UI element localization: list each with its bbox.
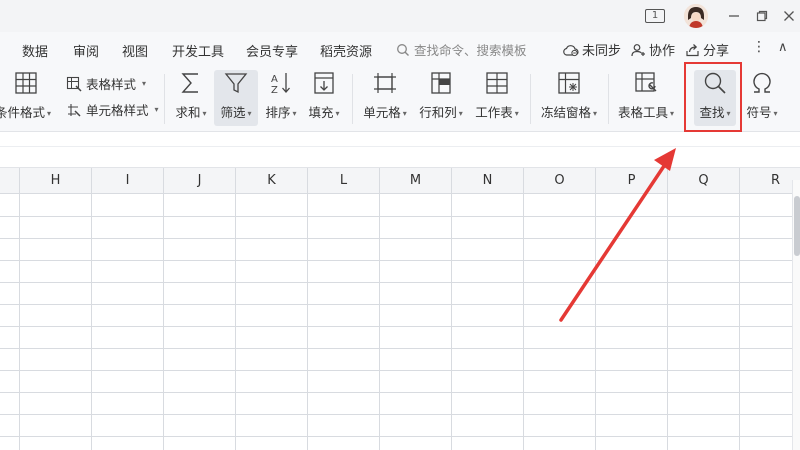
tab-docer[interactable]: 稻壳资源 xyxy=(320,41,372,60)
share-label: 分享 xyxy=(703,44,730,59)
freeze-panes-icon xyxy=(558,72,580,94)
column-header-m[interactable]: M xyxy=(380,168,452,194)
table-tools-button[interactable]: 表格工具 ▾ xyxy=(614,70,678,121)
command-search-placeholder: 查找命令、搜索模板 xyxy=(414,43,527,58)
avatar[interactable] xyxy=(684,4,708,28)
scrollbar-thumb[interactable] xyxy=(794,196,800,256)
filter-label: 筛选 xyxy=(220,105,246,120)
column-header-h[interactable]: H xyxy=(20,168,92,194)
table-style-icon xyxy=(66,76,82,92)
sync-button[interactable]: 未同步 xyxy=(562,40,621,59)
tab-developer[interactable]: 开发工具 xyxy=(172,41,224,60)
title-bar: 1 xyxy=(0,0,800,32)
collab-label: 协作 xyxy=(649,44,676,59)
column-header-o[interactable]: O xyxy=(524,168,596,194)
command-search[interactable]: 查找命令、搜索模板 xyxy=(396,40,527,59)
ribbon-separator xyxy=(530,74,531,124)
share-button[interactable]: 分享 xyxy=(685,40,729,59)
fill-down-icon xyxy=(314,72,334,94)
sigma-icon xyxy=(181,73,198,93)
cell-style-button[interactable]: 单元格样式 ▾ xyxy=(66,100,159,119)
collapse-ribbon-icon[interactable]: ∧ xyxy=(778,40,788,55)
cell-button[interactable]: 单元格 ▾ xyxy=(360,70,410,121)
sum-button[interactable]: 求和 ▾ xyxy=(172,70,210,121)
more-options-icon[interactable]: ⋮ xyxy=(752,39,766,55)
cloud-sync-icon xyxy=(563,44,579,56)
ribbon-separator xyxy=(164,74,165,124)
table-style-button[interactable]: 表格样式 ▾ xyxy=(66,74,146,93)
freeze-panes-button[interactable]: 冻结窗格 ▾ xyxy=(538,70,600,121)
conditional-format-button[interactable]: 条件格式 ▾ xyxy=(0,70,52,121)
column-header-l[interactable]: L xyxy=(308,168,380,194)
close-icon[interactable] xyxy=(780,6,798,26)
rows-cols-button[interactable]: 行和列 ▾ xyxy=(416,70,466,121)
collaborate-icon xyxy=(631,43,645,56)
avatar-icon xyxy=(684,4,708,28)
find-highlight-box xyxy=(684,62,742,132)
fill-label: 填充 xyxy=(308,105,334,120)
menu-bar: 数据 审阅 视图 开发工具 会员专享 稻壳资源 查找命令、搜索模板 未同步 协作… xyxy=(0,32,800,66)
fill-button[interactable]: 填充 ▾ xyxy=(304,70,344,121)
vertical-scrollbar[interactable] xyxy=(792,180,800,450)
window-count-badge[interactable]: 1 xyxy=(644,6,666,26)
cell-style-label: 单元格样式 xyxy=(86,103,149,118)
sum-label: 求和 xyxy=(175,105,201,120)
formula-bar[interactable] xyxy=(0,132,800,168)
svg-text:A: A xyxy=(271,74,278,85)
column-header-k[interactable]: K xyxy=(236,168,308,194)
sort-icon: AZ xyxy=(271,73,290,96)
share-icon xyxy=(686,43,699,56)
maximize-icon[interactable] xyxy=(752,6,772,26)
filter-button[interactable]: 筛选 ▾ xyxy=(214,70,258,126)
sort-button[interactable]: AZ 排序 ▾ xyxy=(262,70,300,121)
cell-icon xyxy=(374,73,396,93)
freeze-panes-label: 冻结窗格 xyxy=(540,105,591,120)
column-header-p[interactable]: P xyxy=(596,168,668,194)
tab-data[interactable]: 数据 xyxy=(22,41,48,60)
tab-review[interactable]: 审阅 xyxy=(73,41,99,60)
column-header-q[interactable]: Q xyxy=(668,168,740,194)
sync-label: 未同步 xyxy=(582,44,622,59)
column-header-r[interactable]: R xyxy=(740,168,800,194)
symbol-label: 符号 xyxy=(746,105,772,120)
conditional-format-label: 条件格式 xyxy=(0,105,45,120)
column-header-n[interactable]: N xyxy=(452,168,524,194)
window-count-text: 1 xyxy=(645,9,665,23)
column-header-edge xyxy=(0,168,20,194)
conditional-format-icon xyxy=(15,72,37,94)
svg-text:Z: Z xyxy=(271,85,278,96)
worksheet-button[interactable]: 工作表 ▾ xyxy=(472,70,522,121)
grid-lines xyxy=(0,194,792,450)
symbol-button[interactable]: 符号 ▾ xyxy=(742,70,782,121)
minimize-icon[interactable] xyxy=(724,6,744,26)
rows-cols-label: 行和列 xyxy=(419,105,457,120)
spreadsheet-grid[interactable]: HIJKLMNOPQR xyxy=(0,168,800,450)
omega-icon xyxy=(753,72,771,93)
ribbon-separator xyxy=(608,74,609,124)
table-tools-icon xyxy=(635,72,657,92)
search-icon xyxy=(397,43,409,56)
filter-icon xyxy=(224,73,248,94)
column-header-i[interactable]: I xyxy=(92,168,164,194)
ribbon-separator xyxy=(352,74,353,124)
table-style-label: 表格样式 xyxy=(86,77,137,92)
rows-cols-icon xyxy=(431,72,451,94)
ribbon-toolbar: 条件格式 ▾ 表格样式 ▾ 单元格样式 ▾ 求和 ▾ 筛选 ▾ AZ 排序 ▾ 填充 ▾ 单元… xyxy=(0,66,800,132)
worksheet-icon xyxy=(486,72,508,94)
cell-label: 单元格 xyxy=(363,105,401,120)
column-header-row: HIJKLMNOPQR xyxy=(0,168,800,194)
column-header-j[interactable]: J xyxy=(164,168,236,194)
collab-button[interactable]: 协作 xyxy=(631,40,675,59)
cell-style-icon xyxy=(68,103,81,117)
worksheet-label: 工作表 xyxy=(475,105,513,120)
tab-member[interactable]: 会员专享 xyxy=(246,41,298,60)
sort-label: 排序 xyxy=(265,105,291,120)
table-tools-label: 表格工具 xyxy=(617,105,668,120)
tab-view[interactable]: 视图 xyxy=(122,41,148,60)
formula-divider xyxy=(0,146,800,147)
